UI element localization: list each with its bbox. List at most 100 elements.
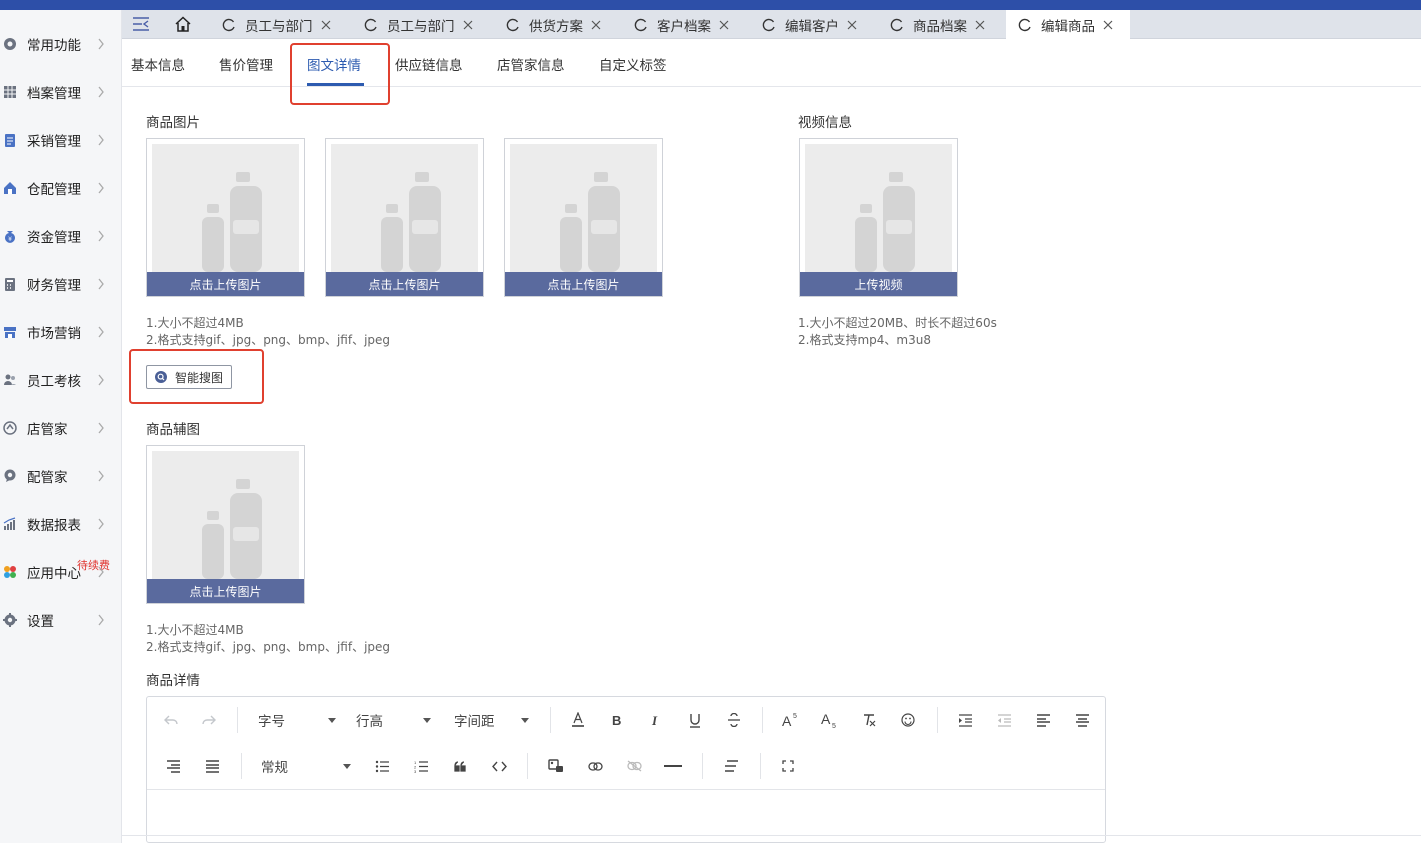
align-justify-icon[interactable] — [202, 756, 222, 776]
letter-spacing-select[interactable]: 字间距 — [454, 710, 529, 730]
chevron-right-icon — [98, 374, 104, 386]
close-icon[interactable] — [719, 20, 729, 30]
format-painter-icon[interactable] — [721, 756, 741, 776]
tab-supply-plan[interactable]: 供货方案 — [506, 10, 601, 39]
sidebar-item-app-center[interactable]: 应用中心 待续费 — [0, 548, 122, 596]
bottom-divider — [122, 835, 1421, 836]
product-image-upload-1[interactable]: 点击上传图片 — [146, 138, 305, 297]
aux-image-hint: 1.大小不超过4MB 2.格式支持gif、jpg、png、bmp、jfif、jp… — [146, 622, 390, 656]
sidebar-item-purchase-sales[interactable]: 采销管理 — [0, 116, 122, 164]
align-center-icon[interactable] — [1072, 710, 1092, 730]
sidebar-item-funds[interactable]: ¥ 资金管理 — [0, 212, 122, 260]
align-left-icon[interactable] — [1033, 710, 1053, 730]
close-icon[interactable] — [591, 20, 601, 30]
refresh-icon[interactable] — [506, 18, 520, 32]
subtab-custom-tags[interactable]: 自定义标签 — [599, 54, 667, 74]
indent-icon[interactable] — [955, 710, 975, 730]
sidebar-item-label: 财务管理 — [27, 278, 81, 294]
line-height-select[interactable]: 行高 — [356, 710, 431, 730]
undo-icon[interactable] — [161, 710, 181, 730]
tab-employee-department[interactable]: 员工与部门 — [222, 10, 331, 39]
tab-label: 商品档案 — [913, 18, 967, 35]
outdent-icon[interactable] — [994, 710, 1014, 730]
tab-product-archive[interactable]: 商品档案 — [890, 10, 985, 39]
fullscreen-icon[interactable] — [778, 756, 798, 776]
sidebar-item-archive[interactable]: 档案管理 — [0, 68, 122, 116]
sidebar-item-settings[interactable]: 设置 — [0, 596, 122, 644]
subtab-shop-manager-info[interactable]: 店管家信息 — [497, 54, 565, 74]
refresh-icon[interactable] — [762, 18, 776, 32]
subtab-price-management[interactable]: 售价管理 — [219, 54, 273, 74]
video-info-title: 视频信息 — [798, 115, 852, 131]
refresh-icon[interactable] — [222, 18, 236, 32]
chevron-right-icon — [98, 230, 104, 242]
clear-format-icon[interactable] — [859, 710, 879, 730]
subtab-basic-info[interactable]: 基本信息 — [131, 54, 185, 74]
video-placeholder-icon — [805, 144, 952, 273]
aux-images-title: 商品辅图 — [146, 422, 200, 438]
bold-icon[interactable]: B — [607, 710, 627, 730]
sidebar-item-marketing[interactable]: 市场营销 — [0, 308, 122, 356]
sidebar-item-common[interactable]: 常用功能 — [0, 20, 122, 68]
upload-video-button[interactable]: 上传视频 — [800, 272, 957, 296]
refresh-icon[interactable] — [364, 18, 378, 32]
superscript-icon[interactable]: A5 — [781, 710, 801, 730]
store-icon — [3, 325, 17, 339]
close-icon[interactable] — [847, 20, 857, 30]
emoji-icon[interactable] — [898, 710, 918, 730]
sidebar-item-warehouse[interactable]: 仓配管理 — [0, 164, 122, 212]
refresh-icon[interactable] — [634, 18, 648, 32]
sidebar-item-label: 设置 — [27, 614, 54, 630]
grid-icon — [3, 85, 17, 99]
tab-edit-customer[interactable]: 编辑客户 — [762, 10, 857, 39]
upload-image-button[interactable]: 点击上传图片 — [326, 272, 483, 296]
tab-customer-archive[interactable]: 客户档案 — [634, 10, 729, 39]
sidebar-item-finance[interactable]: 财务管理 — [0, 260, 122, 308]
upload-image-button[interactable]: 点击上传图片 — [147, 272, 304, 296]
insert-image-icon[interactable] — [546, 756, 566, 776]
chat-icon — [3, 469, 17, 483]
close-icon[interactable] — [321, 20, 331, 30]
home-icon[interactable] — [174, 16, 192, 32]
tab-edit-product[interactable]: 编辑商品 — [1006, 10, 1130, 39]
apps-icon — [3, 565, 17, 579]
font-color-icon[interactable] — [568, 710, 588, 730]
subtab-supply-chain-info[interactable]: 供应链信息 — [395, 54, 463, 74]
redo-icon[interactable] — [199, 710, 219, 730]
horizontal-rule-icon[interactable] — [663, 756, 683, 776]
shop-icon — [3, 421, 17, 435]
align-right-icon[interactable] — [163, 756, 183, 776]
aux-hint-line-2: 2.格式支持gif、jpg、png、bmp、jfif、jpeg — [146, 640, 391, 654]
sidebar-item-label: 员工考核 — [27, 374, 81, 390]
upload-image-button[interactable]: 点击上传图片 — [147, 579, 304, 603]
product-image-upload-3[interactable]: 点击上传图片 — [504, 138, 663, 297]
product-image-upload-2[interactable]: 点击上传图片 — [325, 138, 484, 297]
sidebar-item-delivery-manager[interactable]: 配管家 — [0, 452, 122, 500]
close-icon[interactable] — [463, 20, 473, 30]
paragraph-style-select[interactable]: 常规 — [261, 756, 351, 776]
tab-employee-department-2[interactable]: 员工与部门 — [364, 10, 473, 39]
unlink-icon[interactable] — [624, 756, 644, 776]
refresh-icon[interactable] — [1018, 18, 1032, 32]
refresh-icon[interactable] — [890, 18, 904, 32]
strikethrough-icon[interactable] — [724, 710, 744, 730]
numbered-list-icon[interactable]: 123 — [411, 756, 431, 776]
close-icon[interactable] — [975, 20, 985, 30]
sidebar-item-shop-manager[interactable]: 店管家 — [0, 404, 122, 452]
aux-image-upload[interactable]: 点击上传图片 — [146, 445, 305, 604]
link-icon[interactable] — [585, 756, 605, 776]
code-icon[interactable] — [489, 756, 509, 776]
underline-icon[interactable] — [685, 710, 705, 730]
sidebar-item-reports[interactable]: 数据报表 — [0, 500, 122, 548]
upload-image-button[interactable]: 点击上传图片 — [505, 272, 662, 296]
italic-icon[interactable]: I — [646, 710, 666, 730]
quote-icon[interactable] — [450, 756, 470, 776]
video-upload[interactable]: 上传视频 — [799, 138, 958, 297]
bullet-list-icon[interactable] — [372, 756, 392, 776]
close-icon[interactable] — [1103, 20, 1113, 30]
sidebar-item-label: 应用中心 — [27, 566, 81, 582]
sidebar-item-employee-assessment[interactable]: 员工考核 — [0, 356, 122, 404]
menu-toggle-icon[interactable] — [132, 16, 150, 32]
font-size-select[interactable]: 字号 — [258, 710, 336, 730]
subscript-icon[interactable]: A5 — [820, 710, 840, 730]
